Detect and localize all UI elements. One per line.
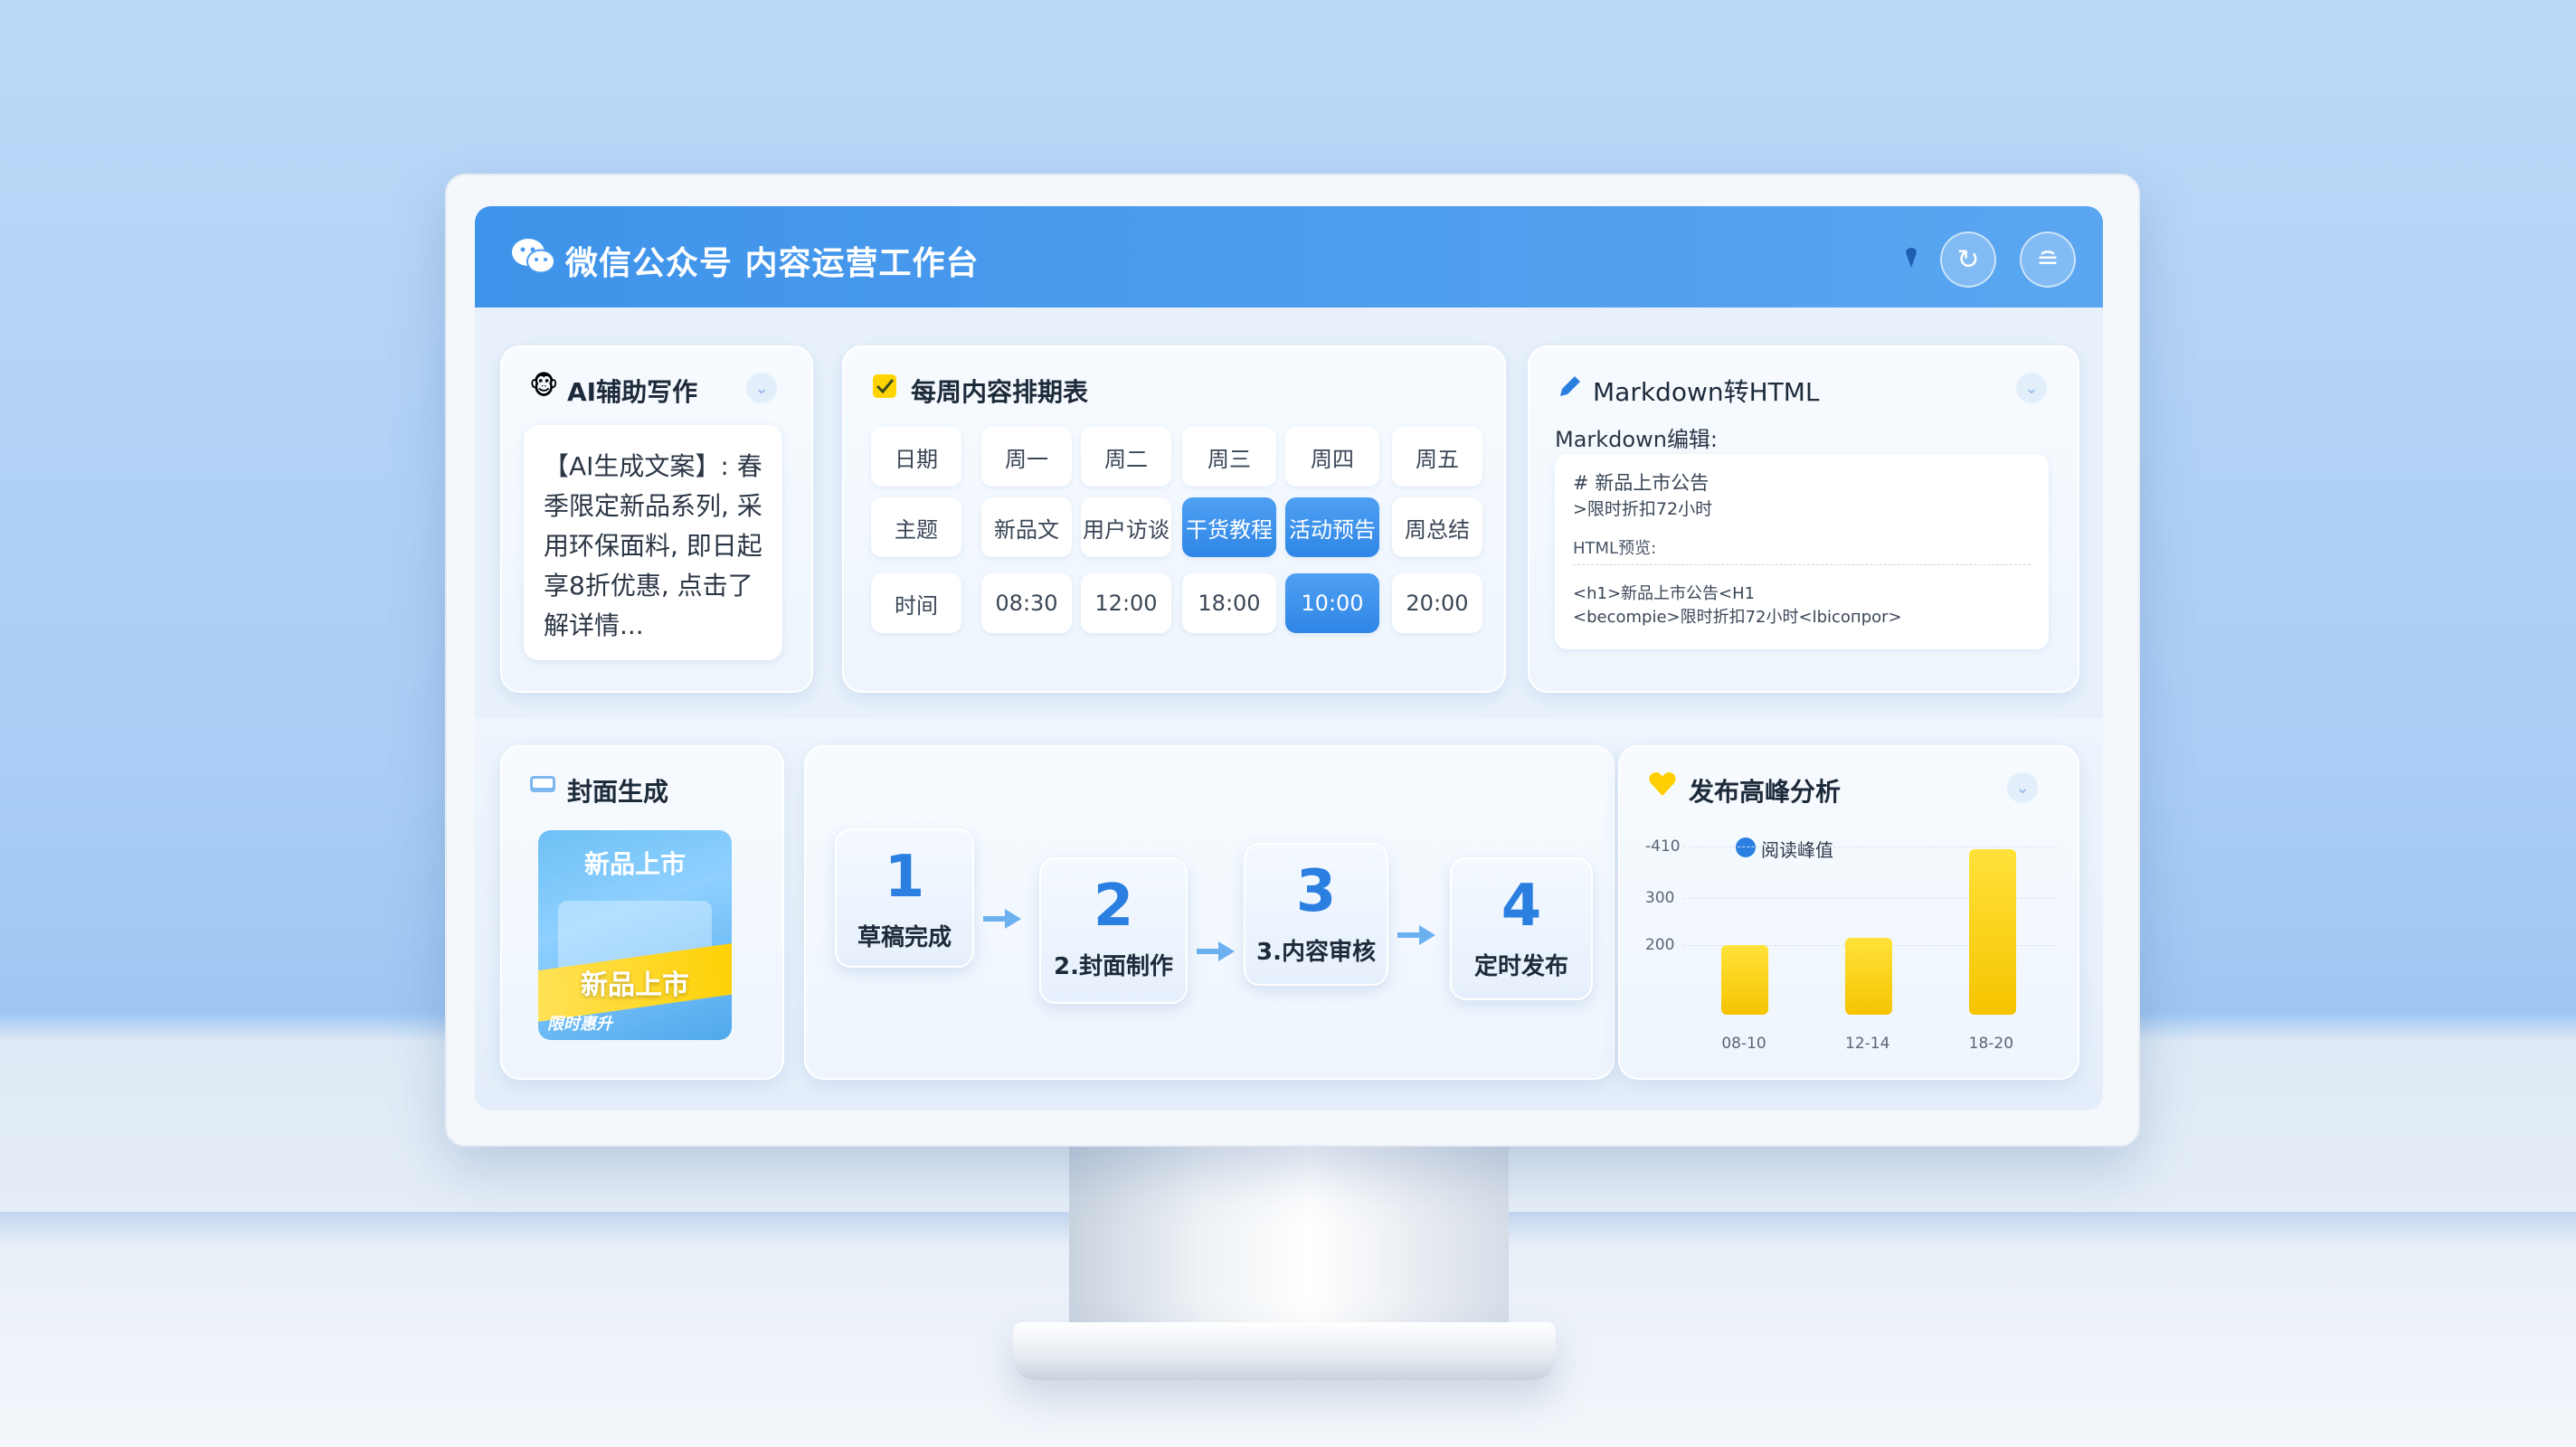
schedule-header-day: 周三 bbox=[1182, 427, 1276, 487]
workflow-step[interactable]: 3 3.内容审核 bbox=[1244, 843, 1388, 986]
y-tick-label: 300 bbox=[1645, 889, 1675, 908]
x-tick-label: 08-10 bbox=[1721, 1035, 1766, 1053]
ai-writing-title: AI辅助写作 bbox=[567, 377, 698, 407]
pin-icon[interactable] bbox=[1902, 246, 1920, 270]
schedule-cell[interactable]: 干货教程 bbox=[1182, 497, 1276, 557]
step-label: 定时发布 bbox=[1473, 953, 1568, 980]
schedule-title: 每周内容排期表 bbox=[911, 377, 1089, 407]
monitor-base bbox=[1013, 1322, 1556, 1380]
cover-text-bottom: 限时惠升 bbox=[547, 1015, 612, 1034]
schedule-header-date: 日期 bbox=[871, 427, 961, 487]
schedule-card: 每周内容排期表 日期 周一 周二 周三 周四 周五主题 新品文 用户访谈 干货教程 活动预告 周总结… bbox=[842, 345, 1506, 693]
chart-bar[interactable] bbox=[1968, 848, 2016, 1015]
markdown-title: Markdown转HTML bbox=[1593, 377, 1820, 407]
schedule-cell[interactable]: 12:00 bbox=[1081, 573, 1171, 633]
schedule-cell[interactable]: 用户访谈 bbox=[1081, 497, 1171, 557]
chart-title: 发布高峰分析 bbox=[1689, 777, 1842, 807]
html-line: <becompie>限时折扣72小时<lbicoпpor> bbox=[1573, 608, 1902, 627]
refresh-icon: ↻ bbox=[1956, 243, 1980, 276]
cover-text-mid: 新品上市 bbox=[581, 969, 689, 1001]
chart-bar[interactable] bbox=[1721, 944, 1769, 1015]
cover-title: 封面生成 bbox=[567, 777, 669, 807]
step-number: 1 bbox=[884, 844, 925, 911]
schedule-cell[interactable]: 活动预告 bbox=[1285, 497, 1379, 557]
title-bar: 微信公众号 内容运营工作台 ↻ ≘ bbox=[475, 206, 2103, 307]
y-tick-label: -410 bbox=[1645, 837, 1681, 856]
schedule-cell[interactable]: 08:30 bbox=[981, 573, 1072, 633]
step-number: 4 bbox=[1501, 873, 1542, 940]
gridline bbox=[1683, 846, 2054, 848]
html-line: <h1>新品上市公告<H1 bbox=[1573, 584, 1756, 603]
collapse-button[interactable]: ⌄ bbox=[746, 373, 777, 403]
step-number: 2 bbox=[1093, 873, 1134, 940]
schedule-header-day: 周五 bbox=[1392, 427, 1482, 487]
card-icon bbox=[530, 776, 555, 792]
menu-icon: ≘ bbox=[2036, 243, 2060, 276]
pencil-icon bbox=[1560, 376, 1580, 396]
markdown-edit-label: Markdown编辑: bbox=[1555, 427, 1719, 452]
ai-writing-card: 🐵 AI辅助写作 ⌄ 【AI生成文案】: 春季限定新品系列, 采用环保面料, 即… bbox=[500, 345, 813, 693]
cover-text-top: 新品上市 bbox=[583, 849, 686, 879]
chart-card: 发布高峰分析 ⌄ 阅读峰值 -410 300 200 08-10 12-14 18-20 bbox=[1618, 745, 2079, 1080]
workflow-card: 1 草稿完成 2 2.封面制作 3 3.内容审核 4 定时发布 bbox=[804, 745, 1615, 1080]
monitor-stand bbox=[1069, 1141, 1509, 1349]
legend-label: 阅读峰值 bbox=[1761, 839, 1833, 861]
md-line: # 新品上市公告 bbox=[1573, 472, 1709, 494]
step-label: 2.封面制作 bbox=[1054, 953, 1173, 980]
app-title: 微信公众号 内容运营工作台 bbox=[565, 245, 980, 282]
schedule-cell[interactable]: 周总结 bbox=[1392, 497, 1482, 557]
check-icon bbox=[873, 374, 896, 398]
arrow-right-icon bbox=[983, 909, 1021, 929]
app-window: 微信公众号 内容运营工作台 ↻ ≘ 🐵 AI辅助写作 ⌄ 【AI生成文案】: 春… bbox=[475, 206, 2103, 1111]
schedule-row-label: 时间 bbox=[871, 573, 961, 633]
y-tick-label: 200 bbox=[1645, 935, 1675, 954]
schedule-cell[interactable]: 10:00 bbox=[1285, 573, 1379, 633]
schedule-cell[interactable]: 20:00 bbox=[1392, 573, 1482, 633]
schedule-cell[interactable]: 新品文 bbox=[981, 497, 1072, 557]
refresh-button[interactable]: ↻ bbox=[1940, 232, 1996, 288]
workflow-step[interactable]: 2 2.封面制作 bbox=[1039, 857, 1188, 1004]
html-preview-label: HTML预览: bbox=[1573, 539, 1657, 558]
cover-card: 封面生成 新品上市 新品上市 限时惠升 bbox=[500, 745, 784, 1080]
chart-bar[interactable] bbox=[1845, 937, 1892, 1015]
schedule-header-day: 周一 bbox=[981, 427, 1072, 487]
ai-robot-icon: 🐵 bbox=[529, 371, 559, 401]
markdown-editor[interactable]: # 新品上市公告 >限时折扣72小时 HTML预览: <h1>新品上市公告<H1… bbox=[1555, 454, 2049, 649]
arrow-right-icon bbox=[1397, 925, 1435, 945]
step-number: 3 bbox=[1295, 858, 1337, 925]
workflow-step[interactable]: 1 草稿完成 bbox=[835, 828, 974, 968]
menu-button[interactable]: ≘ bbox=[2020, 232, 2076, 288]
markdown-card: Markdown转HTML ⌄ Markdown编辑: # 新品上市公告 >限时… bbox=[1528, 345, 2079, 693]
arrow-right-icon bbox=[1197, 941, 1235, 961]
md-line: >限时折扣72小时 bbox=[1573, 499, 1713, 519]
heart-icon bbox=[1649, 772, 1676, 796]
divider bbox=[1573, 564, 2031, 565]
workflow-step[interactable]: 4 定时发布 bbox=[1450, 857, 1593, 1000]
ai-generated-text[interactable]: 【AI生成文案】: 春季限定新品系列, 采用环保面料, 即日起享8折优惠, 点击… bbox=[524, 425, 782, 660]
schedule-cell[interactable]: 18:00 bbox=[1182, 573, 1276, 633]
x-tick-label: 18-20 bbox=[1968, 1035, 2014, 1053]
schedule-row-label: 主题 bbox=[871, 497, 961, 557]
collapse-button[interactable]: ⌄ bbox=[2016, 373, 2047, 403]
schedule-header-day: 周四 bbox=[1285, 427, 1379, 487]
cover-image[interactable]: 新品上市 新品上市 限时惠升 bbox=[538, 830, 732, 1040]
schedule-header-day: 周二 bbox=[1081, 427, 1171, 487]
wechat-icon bbox=[512, 239, 555, 274]
collapse-button[interactable]: ⌄ bbox=[2007, 772, 2038, 803]
x-tick-label: 12-14 bbox=[1845, 1035, 1890, 1053]
step-label: 草稿完成 bbox=[857, 924, 952, 951]
step-label: 3.内容审核 bbox=[1256, 939, 1376, 966]
